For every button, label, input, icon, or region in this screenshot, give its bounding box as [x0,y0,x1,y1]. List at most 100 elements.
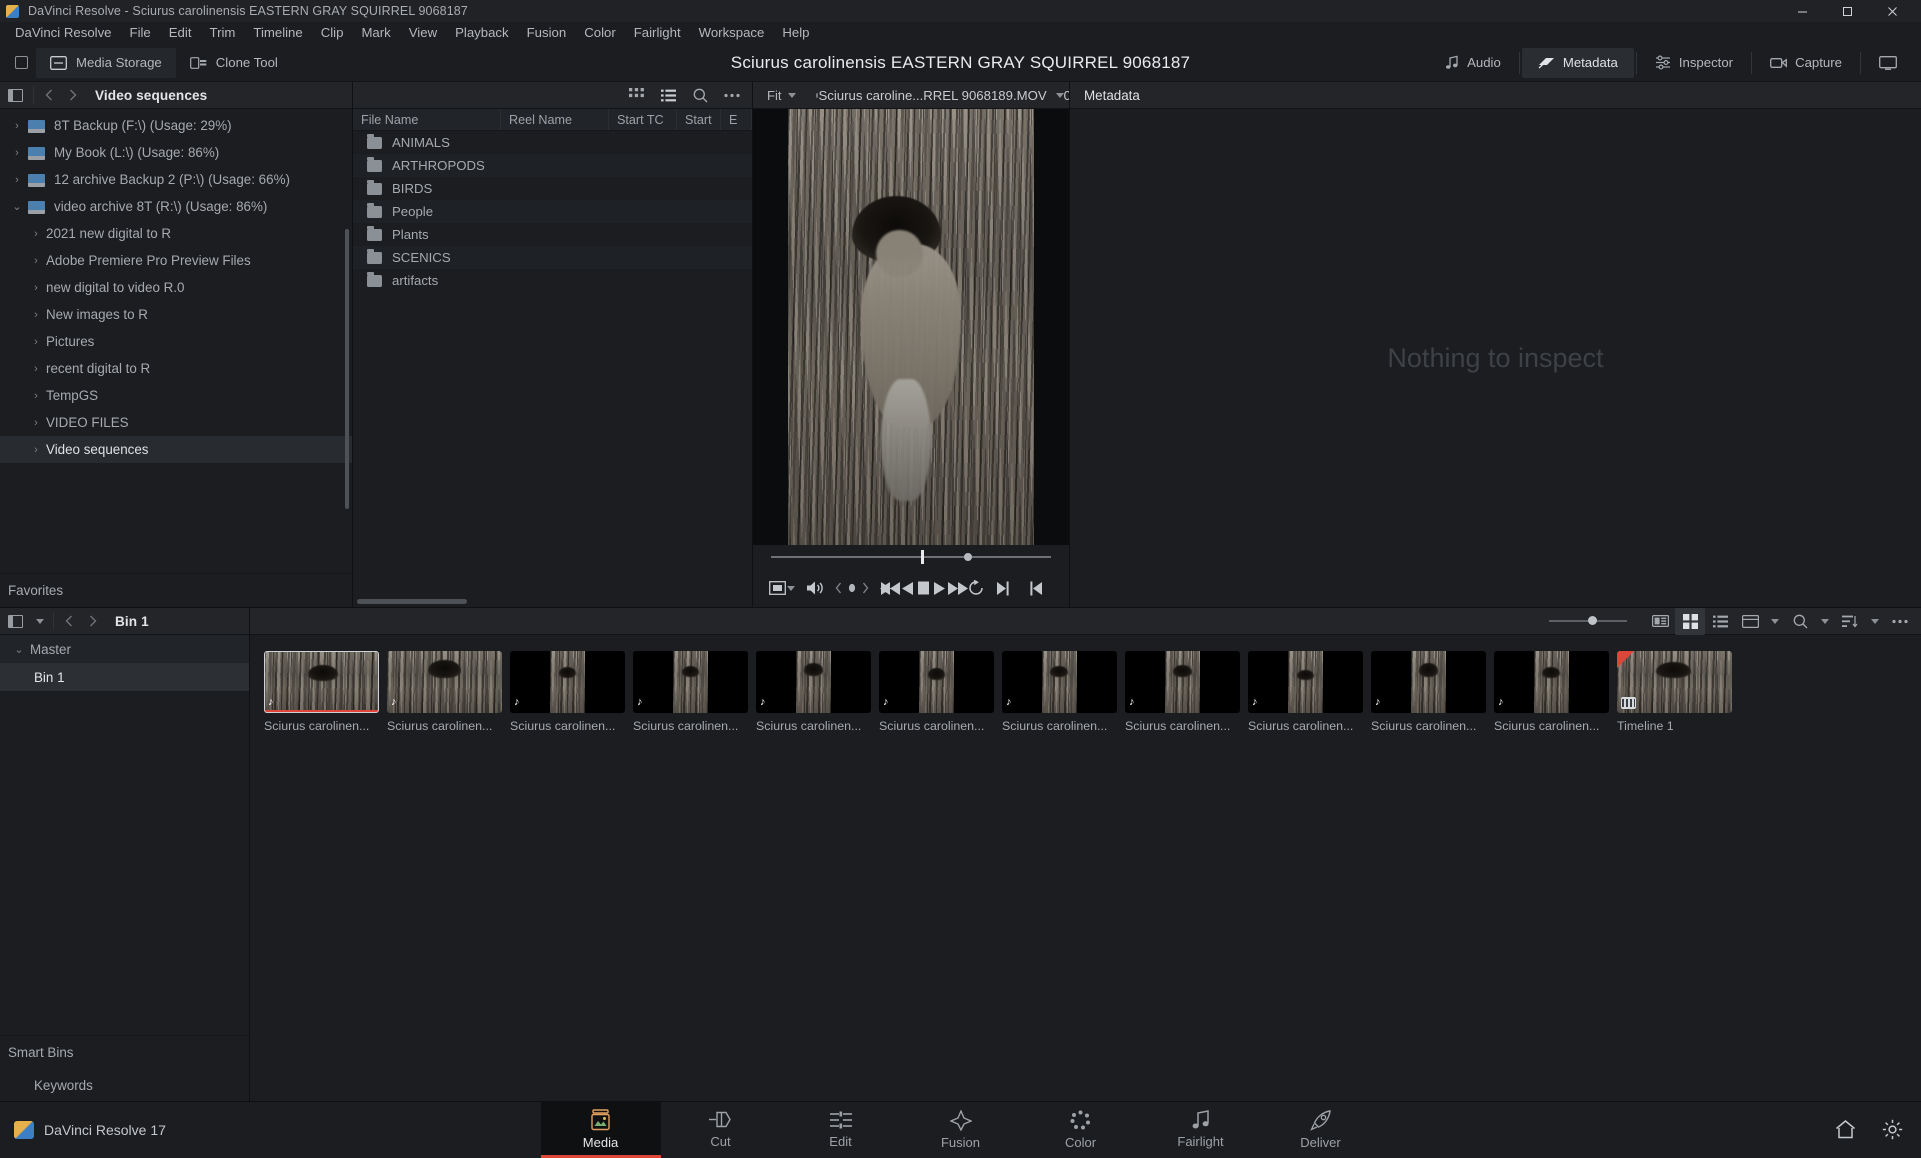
chevron-right-icon[interactable]: › [26,417,46,429]
menu-edit[interactable]: Edit [160,22,201,44]
chevron-right-icon[interactable]: › [6,174,28,186]
media-pool-grid[interactable]: ♪ Sciurus carolinen... ♪ Sciurus carolin… [250,635,1921,1101]
tree-drive-row[interactable]: › 8T Backup (F:\) (Usage: 29%) [0,112,352,139]
metadata-button[interactable]: Metadata [1521,47,1634,78]
storage-tree[interactable]: › 8T Backup (F:\) (Usage: 29%) › My Book… [0,109,352,573]
file-list-horizontal-scrollbar[interactable] [357,599,467,604]
file-row[interactable]: Plants [353,223,752,246]
media-clip[interactable]: ♪ Sciurus carolinen... [510,651,625,733]
file-row[interactable]: ANIMALS [353,131,752,154]
menu-color[interactable]: Color [575,22,625,44]
file-row[interactable]: BIRDS [353,177,752,200]
menu-help[interactable]: Help [773,22,818,44]
tree-folder-row[interactable]: › Pictures [0,328,352,355]
playhead-handle[interactable] [920,550,924,564]
column-file-name[interactable]: File Name [353,109,501,130]
chevron-right-icon[interactable]: › [26,363,46,375]
sort-order-button[interactable] [1835,608,1865,635]
storage-scrollbar[interactable] [345,229,349,509]
chevron-right-icon[interactable]: › [6,147,28,159]
back-button[interactable] [37,82,61,109]
viewer-mode-chevron[interactable] [786,572,795,604]
tree-folder-row[interactable]: › recent digital to R [0,355,352,382]
jump-to-end-button[interactable] [948,572,969,604]
search-options-chevron[interactable] [1815,608,1835,635]
mark-out-button[interactable] [985,572,1019,604]
clip-thumbnail[interactable]: ♪ [1371,651,1486,713]
column-start-tc[interactable]: Start TC [609,109,677,130]
list-view-button[interactable] [1705,608,1735,635]
gear-icon[interactable] [1882,1119,1903,1140]
clip-thumbnail[interactable]: ♪ [756,651,871,713]
bin-tree[interactable]: ⌄ Master Bin 1 [0,635,249,691]
file-row[interactable]: artifacts [353,269,752,292]
volume-button[interactable] [806,572,825,604]
tree-folder-row[interactable]: › New images to R [0,301,352,328]
file-row[interactable]: ARTHROPODS [353,154,752,177]
tree-drive-row-expanded[interactable]: ⌄ video archive 8T (R:\) (Usage: 86%) [0,193,352,220]
chevron-right-icon[interactable]: › [26,282,46,294]
list-view-button[interactable] [652,82,684,109]
menu-workspace[interactable]: Workspace [690,22,774,44]
media-clip[interactable]: ♪ Sciurus carolinen... [879,651,994,733]
clip-thumbnail[interactable]: ♪ [1002,651,1117,713]
filmstrip-view-button[interactable] [1645,608,1675,635]
media-clip[interactable]: ♪ Sciurus carolinen... [1002,651,1117,733]
chevron-right-icon[interactable]: › [26,444,46,456]
bin-row-bin1[interactable]: Bin 1 [0,663,249,691]
clip-thumbnail[interactable]: ♪ [510,651,625,713]
tree-drive-row[interactable]: › My Book (L:\) (Usage: 86%) [0,139,352,166]
clip-thumbnail[interactable]: ♪ [1125,651,1240,713]
column-start[interactable]: Start [677,109,721,130]
media-clip[interactable]: ♪ Sciurus carolinen... [633,651,748,733]
viewer-canvas[interactable] [753,109,1069,545]
media-clip[interactable]: ♪ Sciurus carolinen... [387,651,502,733]
zoom-level-dropdown[interactable]: Fit [753,82,806,109]
file-row[interactable]: SCENICS [353,246,752,269]
tree-drive-row[interactable]: › 12 archive Backup 2 (P:\) (Usage: 66%) [0,166,352,193]
tree-folder-row[interactable]: › 2021 new digital to R [0,220,352,247]
column-end[interactable]: E [721,109,752,130]
media-pool-options-button[interactable] [1885,608,1915,635]
chevron-right-icon[interactable]: › [26,390,46,402]
menu-mark[interactable]: Mark [352,22,399,44]
clip-thumbnail[interactable]: ♪ [879,651,994,713]
tree-folder-row[interactable]: › Adobe Premiere Pro Preview Files [0,247,352,274]
tree-folder-row[interactable]: › new digital to video R.0 [0,274,352,301]
viewer-mode-button[interactable] [769,572,786,604]
page-button-fusion[interactable]: Fusion [901,1102,1021,1158]
mark-in-button[interactable] [1019,572,1053,604]
favorites-section[interactable]: Favorites [0,573,352,607]
scrubber-knob[interactable] [964,553,973,561]
menu-playback[interactable]: Playback [446,22,518,44]
chevron-right-icon[interactable]: › [6,120,28,132]
clone-tool-button[interactable]: Clone Tool [176,48,292,78]
thumbnail-view-button[interactable] [620,82,652,109]
media-storage-button[interactable]: Media Storage [36,47,176,78]
menu-view[interactable]: View [400,22,446,44]
page-button-edit[interactable]: Edit [781,1102,901,1158]
menu-timeline[interactable]: Timeline [244,22,311,44]
menu-fairlight[interactable]: Fairlight [625,22,690,44]
menu-clip[interactable]: Clip [312,22,353,44]
clip-thumbnail[interactable]: ♪ [387,651,502,713]
fullscreen-button[interactable] [1863,48,1913,78]
chevron-down-icon[interactable]: ⌄ [8,643,30,656]
prev-marker-button[interactable] [835,572,869,604]
inspector-button[interactable]: Inspector [1639,48,1749,78]
column-reel-name[interactable]: Reel Name [501,109,609,130]
page-button-color[interactable]: Color [1021,1102,1141,1158]
clip-thumbnail[interactable]: ♪ [1248,651,1363,713]
bin-forward-button[interactable] [81,608,105,635]
media-clip[interactable]: ♪ Sciurus carolinen... [1371,651,1486,733]
page-button-fairlight[interactable]: Fairlight [1141,1102,1261,1158]
tree-folder-row[interactable]: › VIDEO FILES [0,409,352,436]
media-clip[interactable]: ♪ Sciurus carolinen... [1125,651,1240,733]
panel-toggle-button[interactable] [0,82,30,109]
capture-button[interactable]: Capture [1754,48,1858,78]
play-reverse-button[interactable] [900,572,916,604]
tree-folder-row-selected[interactable]: › Video sequences [0,436,352,463]
bin-panel-toggle-button[interactable] [0,608,30,635]
viewer-scrubber[interactable] [753,545,1069,569]
clip-thumbnail[interactable]: ♪ [264,651,379,713]
